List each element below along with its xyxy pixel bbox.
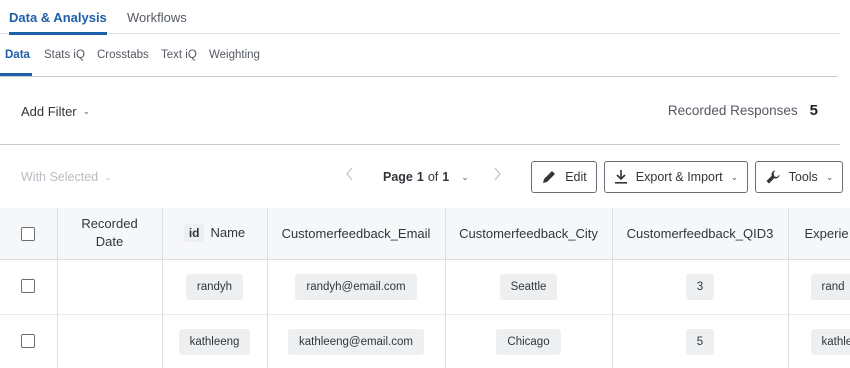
experience-cell: rand xyxy=(788,259,850,315)
name-value[interactable]: kathleeng xyxy=(178,328,251,355)
recorded-responses: Recorded Responses 5 xyxy=(668,102,818,119)
experience-value[interactable]: rand xyxy=(810,273,850,300)
row-select-cell xyxy=(0,259,58,315)
row-checkbox[interactable] xyxy=(21,334,36,349)
experience-cell: kathle xyxy=(788,314,850,368)
page-of: of xyxy=(427,170,439,184)
page-prefix: Page xyxy=(383,170,413,184)
pencil-icon xyxy=(543,171,556,183)
column-header-label: Customerfeedback_QID3 xyxy=(626,225,774,241)
qid3-cell: 3 xyxy=(612,259,789,315)
email-value[interactable]: randyh@email.com xyxy=(295,273,417,300)
chevron-down-icon: ⌄ xyxy=(730,171,739,182)
email-value[interactable]: kathleeng@email.com xyxy=(288,328,424,355)
city-value[interactable]: Seattle xyxy=(499,273,558,300)
chevron-down-icon: ⌄ xyxy=(104,171,112,182)
recorded-responses-count: 5 xyxy=(809,102,818,119)
edit-label: Edit xyxy=(565,170,587,184)
tab-weighting[interactable]: Weighting xyxy=(209,49,260,61)
column-header-experience[interactable]: Experie xyxy=(788,208,850,260)
tab-stats-iq[interactable]: Stats iQ xyxy=(44,49,85,61)
qid3-cell: 5 xyxy=(612,314,789,368)
tools-label: Tools xyxy=(788,170,818,184)
page-current: 1 xyxy=(416,170,424,184)
experience-value[interactable]: kathle xyxy=(810,328,850,355)
email-cell: randyh@email.com xyxy=(267,259,446,315)
chevron-down-icon: ⌄ xyxy=(825,171,834,182)
table-header-row: Recorded Date id Name Customerfeedback_Em… xyxy=(0,208,850,260)
column-header-label: Name xyxy=(210,225,246,241)
filter-bar: Add Filter ⌄ Recorded Responses 5 xyxy=(0,78,840,145)
city-value[interactable]: Chicago xyxy=(496,328,561,355)
chevron-right-icon xyxy=(494,167,501,181)
tab-crosstabs[interactable]: Crosstabs xyxy=(97,49,149,61)
column-header-recorded-date[interactable]: Recorded Date xyxy=(57,208,163,260)
chevron-down-icon: ⌄ xyxy=(82,106,91,116)
wrench-icon xyxy=(766,170,780,184)
column-header-name[interactable]: id Name xyxy=(162,208,268,260)
sub-tab-bar: Data Stats iQ Crosstabs Text iQ Weightin… xyxy=(0,34,838,77)
export-import-label: Export & Import xyxy=(635,170,723,184)
page-selector[interactable]: Page 1 of 1 ⌄ xyxy=(383,170,469,184)
tab-data-analysis[interactable]: Data & Analysis xyxy=(9,10,107,35)
download-icon xyxy=(614,170,627,184)
edit-button[interactable]: Edit xyxy=(531,161,597,193)
table-row: kathleeng kathleeng@email.com Chicago 5 … xyxy=(0,314,850,368)
top-tab-bar: Data & Analysis Workflows xyxy=(0,0,840,35)
tools-button[interactable]: Tools ⌄ xyxy=(755,161,843,193)
city-cell: Chicago xyxy=(445,314,613,368)
previous-page-button[interactable] xyxy=(345,167,354,185)
with-selected-dropdown[interactable]: With Selected ⌄ xyxy=(21,170,112,184)
qid3-value[interactable]: 3 xyxy=(685,273,715,300)
chevron-left-icon xyxy=(346,167,353,181)
tab-workflows[interactable]: Workflows xyxy=(127,10,187,25)
column-header-label: Customerfeedback_City xyxy=(459,225,598,241)
column-header-email[interactable]: Customerfeedback_Email xyxy=(267,208,446,260)
select-all-cell xyxy=(0,208,58,260)
add-filter-button[interactable]: Add Filter ⌄ xyxy=(21,104,90,119)
chevron-down-icon: ⌄ xyxy=(461,171,469,182)
qid3-value[interactable]: 5 xyxy=(685,328,715,355)
tab-data[interactable]: Data xyxy=(0,49,32,76)
tab-text-iq[interactable]: Text iQ xyxy=(161,49,197,61)
column-header-label: Experie xyxy=(804,225,849,241)
name-value[interactable]: randyh xyxy=(185,273,244,300)
recorded-responses-label: Recorded Responses xyxy=(667,103,798,118)
recorded-date-cell xyxy=(57,314,163,368)
table-row: randyh randyh@email.com Seattle 3 rand xyxy=(0,259,850,315)
table-toolbar: With Selected ⌄ Page 1 of 1 ⌄ Edit Expor… xyxy=(0,146,850,208)
column-header-qid3[interactable]: Customerfeedback_QID3 xyxy=(612,208,789,260)
next-page-button[interactable] xyxy=(493,167,502,185)
with-selected-label: With Selected xyxy=(21,170,99,184)
column-header-label: Recorded Date xyxy=(81,216,138,250)
responses-table: Recorded Date id Name Customerfeedback_Em… xyxy=(0,208,850,368)
row-select-cell xyxy=(0,314,58,368)
email-cell: kathleeng@email.com xyxy=(267,314,446,368)
city-cell: Seattle xyxy=(445,259,613,315)
id-badge: id xyxy=(183,224,205,243)
recorded-date-cell xyxy=(57,259,163,315)
row-checkbox[interactable] xyxy=(21,279,36,294)
name-cell: kathleeng xyxy=(162,314,268,368)
select-all-checkbox[interactable] xyxy=(21,227,36,242)
page-total: 1 xyxy=(442,170,450,184)
export-import-button[interactable]: Export & Import ⌄ xyxy=(604,161,748,193)
name-cell: randyh xyxy=(162,259,268,315)
add-filter-label: Add Filter xyxy=(21,104,77,119)
column-header-city[interactable]: Customerfeedback_City xyxy=(445,208,613,260)
column-header-label: Customerfeedback_Email xyxy=(281,225,431,241)
